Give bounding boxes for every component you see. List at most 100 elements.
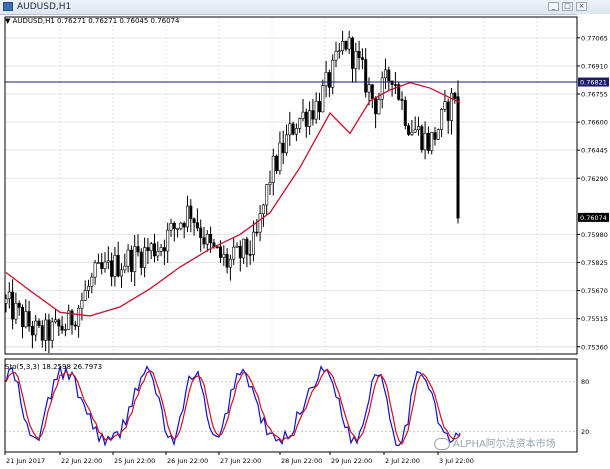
candle-body	[7, 291, 11, 300]
candle-body	[176, 228, 180, 230]
price-panel-frame	[4, 16, 578, 355]
time-tick-label: 26 Jun 22:00	[167, 457, 208, 465]
candle-body	[390, 80, 394, 85]
window-title: AUDUSD,H1	[17, 2, 72, 12]
candle-body	[456, 96, 460, 219]
candle-body	[14, 302, 18, 320]
candle-body	[123, 265, 127, 271]
candle-body	[166, 229, 170, 252]
price-tick-label: 0.75825	[581, 259, 608, 267]
candle-body	[321, 85, 325, 113]
stochastic-main-line	[5, 365, 461, 447]
moving-average-line	[5, 81, 461, 317]
candle-body	[143, 247, 147, 268]
time-axis: 21 Jun 2017 22 Jun 22:00 25 Jun 22:00 26 Ju…	[4, 452, 474, 465]
oscillator-grid	[5, 381, 577, 432]
price-grid	[5, 17, 577, 354]
candle-body	[423, 132, 427, 151]
candle-body	[96, 262, 100, 264]
candle-body	[261, 204, 265, 214]
watermark-text: ALPHA阿尔法资本市场	[453, 439, 556, 450]
candle-body	[126, 249, 130, 267]
candle-body	[209, 233, 213, 244]
candle-body	[30, 325, 34, 336]
candle-body	[47, 319, 51, 341]
candle-body	[377, 98, 381, 115]
candle-body	[100, 262, 104, 269]
candle-body	[383, 69, 387, 79]
time-tick-label: 21 Jun 2017	[6, 457, 45, 465]
candle-body	[228, 258, 232, 268]
close-button[interactable]: ×	[576, 2, 587, 11]
candle-body	[129, 249, 133, 272]
restore-button[interactable]: □	[562, 2, 573, 11]
candle-body	[63, 329, 67, 331]
candle-body	[149, 243, 153, 252]
candle-body	[172, 223, 176, 229]
candle-body	[360, 57, 364, 60]
candle-body	[252, 231, 256, 255]
candle-body	[367, 84, 371, 93]
candle-body	[73, 324, 77, 327]
candle-body	[403, 100, 407, 127]
candle-body	[24, 311, 28, 328]
candle-body	[179, 222, 183, 229]
minimize-button[interactable]: _	[548, 2, 559, 11]
candle-body	[308, 110, 312, 127]
candle-body	[87, 286, 91, 291]
candle-body	[159, 247, 163, 252]
candle-body	[44, 319, 48, 341]
oscillator-info-line: Sto(5,3,3) 18.2598 26.7973	[5, 363, 103, 371]
candle-body	[281, 142, 285, 154]
candle-body	[40, 325, 44, 341]
candle-body	[53, 319, 57, 323]
candle-body	[37, 320, 41, 326]
candle-body	[162, 247, 166, 252]
candle-body	[182, 222, 186, 228]
candle-body	[344, 40, 348, 50]
candle-body	[288, 123, 292, 136]
time-tick-label: 29 Jun 22:00	[331, 457, 372, 465]
candle-body	[327, 72, 331, 88]
candle-body	[11, 291, 15, 320]
candle-body	[110, 260, 114, 277]
candle-body	[370, 84, 374, 99]
candle-body	[17, 302, 21, 308]
price-tick-label: 0.76445	[581, 147, 608, 155]
price-tick-label: 0.75515	[581, 315, 608, 323]
candle-body	[271, 155, 275, 183]
oscillator-level-label: 80	[581, 378, 589, 386]
candle-body	[436, 129, 440, 140]
candle-body	[443, 101, 447, 110]
chart-window: AUDUSD,H1 _ □ × 0.77065 0.76910 0.76755 0.7…	[0, 0, 610, 469]
candle-body	[350, 37, 354, 69]
watermark: ALPHA阿尔法资本市场	[434, 438, 556, 452]
candle-body	[413, 129, 417, 133]
price-chart[interactable]: 0.77065 0.76910 0.76755 0.76600 0.76445 0.762…	[0, 14, 610, 469]
time-tick-label: 2 Jul 22:00	[385, 457, 420, 465]
title-bar[interactable]: AUDUSD,H1 _ □ ×	[0, 0, 610, 15]
price-tick-label: 0.75360	[581, 343, 608, 351]
time-tick-label: 25 Jun 22:00	[114, 457, 155, 465]
candle-body	[215, 246, 219, 249]
price-tick-label: 0.76600	[581, 119, 608, 127]
candle-body	[265, 184, 269, 206]
candle-body	[186, 205, 190, 228]
candle-body	[337, 50, 341, 52]
candlestick-series	[4, 30, 460, 354]
candle-body	[113, 254, 117, 277]
candle-body	[77, 307, 81, 327]
price-tick-label: 0.75980	[581, 231, 608, 239]
candle-body	[284, 134, 288, 154]
candle-body	[90, 276, 94, 287]
candle-body	[103, 261, 107, 269]
price-tick-label: 0.76910	[581, 62, 608, 70]
candle-body	[80, 300, 84, 309]
candle-body	[93, 262, 97, 278]
candle-body	[120, 269, 124, 277]
candle-body	[449, 92, 453, 121]
candle-body	[116, 254, 120, 277]
candle-body	[258, 213, 262, 233]
candle-body	[291, 123, 295, 135]
candle-body	[317, 101, 321, 113]
